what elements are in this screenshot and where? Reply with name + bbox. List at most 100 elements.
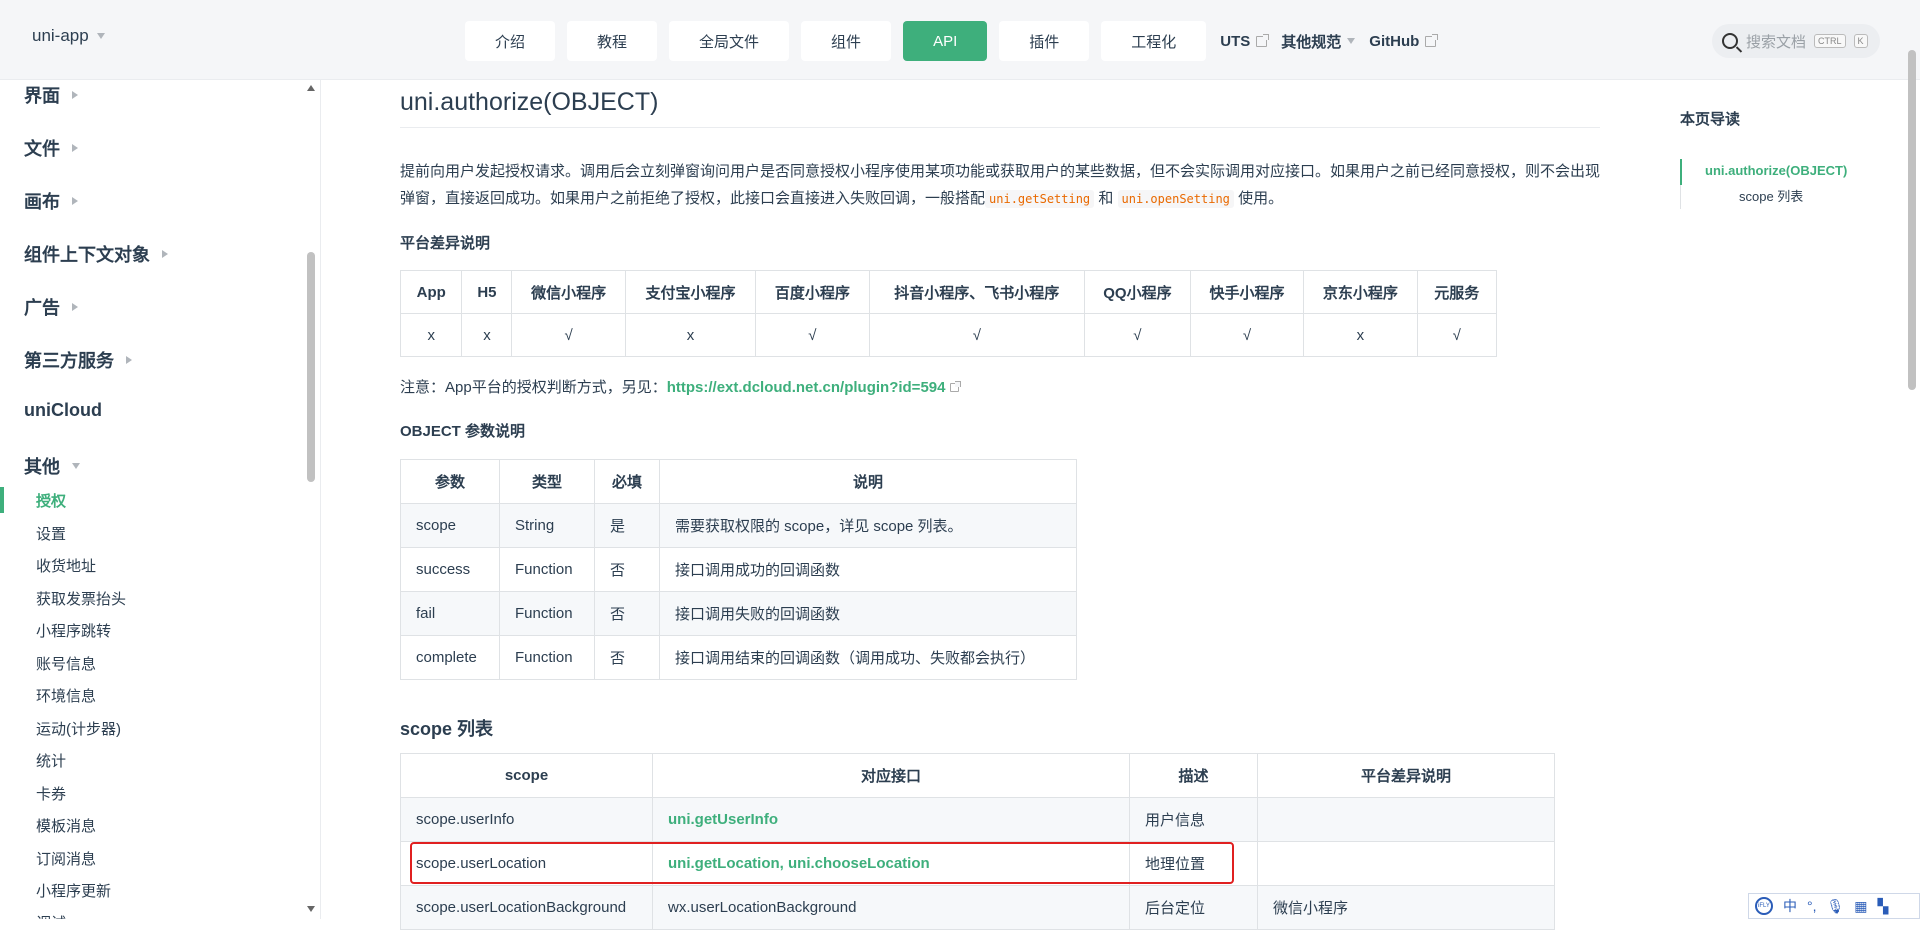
table-cell: 需要获取权限的 scope，详见 scope 列表。 bbox=[659, 503, 1077, 548]
toc-item-scope-list[interactable]: scope 列表 bbox=[1681, 182, 1880, 209]
microphone-icon[interactable]: 🎙 bbox=[1827, 898, 1845, 915]
table-header-row: App H5 微信小程序 支付宝小程序 百度小程序 抖音小程序、飞书小程序 QQ… bbox=[399, 270, 1498, 314]
platform-diff-heading: 平台差异说明 bbox=[400, 235, 491, 252]
platform-table: App H5 微信小程序 支付宝小程序 百度小程序 抖音小程序、飞书小程序 QQ… bbox=[399, 270, 1498, 357]
sidebar-item-card[interactable]: 卡券 bbox=[36, 783, 66, 804]
punctuation-icon[interactable]: °, bbox=[1807, 898, 1817, 914]
table-cell bbox=[1257, 797, 1555, 842]
toc-active-indicator bbox=[1680, 159, 1682, 185]
plugin-link[interactable]: https://ext.dcloud.net.cn/plugin?id=594 bbox=[667, 379, 946, 396]
sidebar-group-unicloud[interactable]: uniCloud bbox=[24, 400, 102, 421]
sidebar-group-ads[interactable]: 广告 bbox=[24, 294, 78, 320]
table-header-row: 参数 类型 必填 说明 bbox=[400, 459, 1077, 504]
nav-item-components[interactable]: 组件 bbox=[801, 21, 892, 61]
search-icon bbox=[1722, 33, 1738, 49]
sidebar-group-ui[interactable]: 界面 bbox=[24, 82, 78, 108]
api-link-getuserinfo[interactable]: uni.getUserInfo bbox=[668, 811, 778, 828]
search-box[interactable]: 搜索文档 CTRL K bbox=[1712, 24, 1880, 58]
sidebar-item-debug[interactable]: 调试 bbox=[36, 912, 66, 919]
table-cell: String bbox=[499, 503, 595, 548]
chevron-down-icon bbox=[1347, 38, 1356, 44]
table-header-row: scope 对应接口 描述 平台差异说明 bbox=[400, 753, 1555, 798]
table-header-cell: H5 bbox=[461, 270, 513, 314]
table-cell: complete bbox=[400, 635, 500, 680]
table-header-cell: 类型 bbox=[499, 459, 595, 504]
chevron-right-icon bbox=[162, 250, 168, 258]
sidebar-item-miniprogram-nav[interactable]: 小程序跳转 bbox=[36, 620, 111, 641]
sidebar-group-canvas[interactable]: 画布 bbox=[24, 188, 78, 214]
nav-link-other-specs[interactable]: 其他规范 bbox=[1281, 31, 1356, 52]
nav-link-uts-label: UTS bbox=[1220, 32, 1251, 50]
sidebar-item-settings[interactable]: 设置 bbox=[36, 523, 66, 544]
nav-item-plugins[interactable]: 插件 bbox=[999, 21, 1090, 61]
brand-menu[interactable]: uni-app bbox=[32, 26, 105, 46]
grid-menu-icon[interactable]: ▚ bbox=[1878, 898, 1889, 915]
sidebar-group-label: 广告 bbox=[24, 298, 60, 318]
page-title: uni.authorize(OBJECT) bbox=[400, 88, 1600, 128]
ime-logo-icon[interactable]: iFLY bbox=[1755, 897, 1773, 915]
table-cell bbox=[1257, 841, 1555, 886]
scope-list-heading: scope 列表 bbox=[400, 719, 494, 739]
scroll-down-arrow-icon[interactable] bbox=[307, 906, 315, 912]
sidebar-group-label: 界面 bbox=[24, 86, 60, 106]
table-cell: x bbox=[624, 313, 757, 357]
table-cell: success bbox=[400, 547, 500, 592]
chevron-right-icon bbox=[72, 303, 78, 311]
table-cell: Function bbox=[499, 635, 595, 680]
table-header-cell: 百度小程序 bbox=[755, 270, 870, 314]
chevron-right-icon bbox=[126, 356, 132, 364]
ime-mode-label[interactable]: 中 bbox=[1783, 896, 1797, 916]
nav-link-github[interactable]: GitHub bbox=[1369, 33, 1439, 50]
sidebar-item-template-msg[interactable]: 模板消息 bbox=[36, 815, 96, 836]
shortcut-key-k: K bbox=[1853, 34, 1868, 48]
nav-item-global-files[interactable]: 全局文件 bbox=[669, 21, 790, 61]
sidebar-item-authorize[interactable]: 授权 bbox=[36, 490, 66, 511]
sidebar-item-pedometer[interactable]: 运动(计步器) bbox=[36, 718, 121, 739]
table-cell: scope bbox=[400, 503, 500, 548]
table-header-cell: 对应接口 bbox=[652, 753, 1130, 798]
table-cell: √ bbox=[755, 313, 870, 357]
sidebar-group-label: uniCloud bbox=[24, 400, 102, 420]
table-cell: uni.getUserInfo bbox=[652, 797, 1130, 842]
keyboard-icon[interactable]: ▦ bbox=[1854, 898, 1867, 915]
nav-item-api[interactable]: API bbox=[903, 21, 988, 61]
sidebar-item-update[interactable]: 小程序更新 bbox=[36, 880, 111, 901]
intro-paragraph: 提前向用户发起授权请求。调用后会立刻弹窗询问用户是否同意授权小程序使用某项功能或… bbox=[400, 158, 1600, 213]
table-header-cell: 京东小程序 bbox=[1303, 270, 1418, 314]
sidebar-item-env-info[interactable]: 环境信息 bbox=[36, 685, 96, 706]
page-scrollbar-thumb[interactable] bbox=[1908, 50, 1916, 390]
inline-code-getsetting: uni.getSetting bbox=[985, 190, 1095, 208]
nav-item-tutorial[interactable]: 教程 bbox=[567, 21, 658, 61]
table-header-cell: 快手小程序 bbox=[1189, 270, 1305, 314]
table-row: x x √ x √ √ √ √ x √ bbox=[399, 313, 1498, 357]
sidebar-scrollbar-thumb[interactable] bbox=[307, 252, 315, 482]
sidebar-group-label: 其他 bbox=[24, 457, 60, 477]
sidebar-item-subscribe-msg[interactable]: 订阅消息 bbox=[36, 848, 96, 869]
table-cell: 是 bbox=[594, 503, 660, 548]
sidebar-group-component-context[interactable]: 组件上下文对象 bbox=[24, 241, 168, 267]
table-cell: fail bbox=[400, 591, 500, 636]
scroll-up-arrow-icon[interactable] bbox=[307, 85, 315, 91]
chevron-right-icon bbox=[72, 197, 78, 205]
nav-link-uts[interactable]: UTS bbox=[1220, 32, 1270, 50]
table-header-cell: 平台差异说明 bbox=[1257, 753, 1555, 798]
table-cell: x bbox=[461, 313, 513, 357]
table-cell: x bbox=[399, 313, 463, 357]
sidebar-group-third-party[interactable]: 第三方服务 bbox=[24, 347, 132, 373]
chevron-down-icon bbox=[96, 33, 105, 39]
toc-list: uni.authorize(OBJECT) scope 列表 bbox=[1680, 159, 1880, 209]
nav-item-engineering[interactable]: 工程化 bbox=[1101, 21, 1207, 61]
sidebar-group-other[interactable]: 其他 bbox=[24, 453, 80, 479]
sidebar-group-label: 画布 bbox=[24, 192, 60, 212]
object-params-heading: OBJECT 参数说明 bbox=[400, 423, 526, 440]
sidebar-item-invoice-title[interactable]: 获取发票抬头 bbox=[36, 588, 126, 609]
sidebar-group-file[interactable]: 文件 bbox=[24, 135, 78, 161]
toc-item-authorize[interactable]: uni.authorize(OBJECT) bbox=[1681, 159, 1880, 182]
table-cell: 否 bbox=[594, 591, 660, 636]
sidebar-active-indicator bbox=[0, 487, 4, 513]
sidebar-item-address[interactable]: 收货地址 bbox=[36, 555, 96, 576]
nav-item-intro[interactable]: 介绍 bbox=[465, 21, 556, 61]
sidebar-item-account-info[interactable]: 账号信息 bbox=[36, 653, 96, 674]
sidebar-item-statistics[interactable]: 统计 bbox=[36, 750, 66, 771]
chevron-down-icon bbox=[72, 463, 80, 469]
